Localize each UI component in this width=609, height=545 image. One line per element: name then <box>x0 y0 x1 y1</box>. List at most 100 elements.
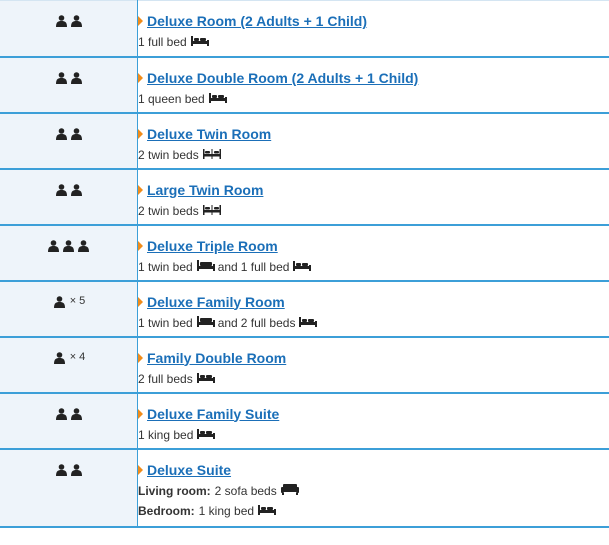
room-name-line: Deluxe Family Suite <box>138 405 609 423</box>
occupancy-cell <box>0 168 138 226</box>
occupancy-multiplier: × 4 <box>69 350 86 363</box>
bed-config: 1 twin bed and 1 full bed <box>138 259 609 275</box>
bed-config: 2 full beds <box>138 371 609 387</box>
occupancy-cell <box>0 224 138 282</box>
person-icon <box>70 14 82 27</box>
bed-text-2: 2 full beds <box>240 315 296 330</box>
person-icon <box>55 127 67 140</box>
room-row: Deluxe Room (2 Adults + 1 Child) 1 full b… <box>0 0 609 58</box>
room-name-link[interactable]: Family Double Room <box>147 350 286 366</box>
room-list-body: Deluxe Room (2 Adults + 1 Child) 1 full b… <box>0 0 609 528</box>
person-icon <box>70 463 82 476</box>
room-info-cell: Deluxe Family Suite 1 king bed <box>137 392 609 450</box>
expand-arrow-icon[interactable] <box>138 128 143 139</box>
room-info-cell: Deluxe Double Room (2 Adults + 1 Child) 1… <box>137 56 609 114</box>
room-name-line: Deluxe Suite <box>138 461 609 479</box>
room-row: × 5 Deluxe Family Room 1 twin bed and 2 full… <box>0 280 609 338</box>
expand-arrow-icon[interactable] <box>138 16 143 26</box>
twin-bed-icon <box>196 315 215 330</box>
room-row: × 4 Family Double Room 2 full beds <box>0 336 609 394</box>
person-icon <box>70 183 82 196</box>
expand-arrow-icon[interactable] <box>138 72 143 83</box>
room-name-line: Family Double Room <box>138 349 609 367</box>
room-info-cell: Deluxe Room (2 Adults + 1 Child) 1 full b… <box>137 0 609 58</box>
person-icon <box>48 239 59 252</box>
room-row: Large Twin Room 2 twin beds <box>0 168 609 226</box>
living-room-beds: Living room: 2 sofa beds <box>138 483 609 499</box>
bed-text: 1 full bed <box>138 35 187 49</box>
room-info-cell: Family Double Room 2 full beds <box>137 336 609 394</box>
person-icon <box>55 463 67 476</box>
bedroom-label: Bedroom: <box>138 503 195 518</box>
person-icon <box>70 71 82 84</box>
sofa-bed-icon <box>280 483 299 498</box>
room-name-line: Deluxe Twin Room <box>138 125 609 143</box>
occupancy-cell <box>0 392 138 450</box>
occupancy-cell <box>0 448 138 528</box>
room-row: Deluxe Triple Room 1 twin bed and 1 full be… <box>0 224 609 282</box>
bed-text: 1 twin bed <box>138 315 193 330</box>
person-icon <box>53 351 65 364</box>
room-info-cell: Deluxe Suite Living room: 2 sofa beds Bedro… <box>137 448 609 528</box>
full-bed-icon <box>299 316 318 330</box>
room-name-line: Deluxe Triple Room <box>138 237 609 255</box>
room-list-table: Deluxe Room (2 Adults + 1 Child) 1 full b… <box>0 0 609 528</box>
room-info-cell: Deluxe Family Room 1 twin bed and 2 full be… <box>137 280 609 338</box>
bed-text-2: 1 full bed <box>240 259 290 274</box>
king-bed-icon <box>258 504 277 518</box>
full-bed-icon <box>293 260 312 274</box>
person-icon <box>70 127 82 140</box>
bed-config: 1 full bed <box>138 34 609 50</box>
living-room-label: Living room: <box>138 483 211 498</box>
full-bed-icon <box>190 35 209 49</box>
room-info-cell: Large Twin Room 2 twin beds <box>137 168 609 226</box>
room-name-link[interactable]: Deluxe Double Room (2 Adults + 1 Child) <box>147 70 418 86</box>
expand-arrow-icon[interactable] <box>138 240 143 251</box>
expand-arrow-icon[interactable] <box>138 408 143 419</box>
bed-text: 2 sofa beds <box>214 483 277 498</box>
bed-conjunction: and <box>217 315 238 330</box>
room-row: Deluxe Double Room (2 Adults + 1 Child) 1… <box>0 56 609 114</box>
bed-config: 1 queen bed <box>138 91 609 107</box>
occupancy-cell <box>0 0 138 58</box>
twin-bed-icon <box>196 259 215 274</box>
room-name-link[interactable]: Deluxe Twin Room <box>147 126 271 142</box>
person-icon <box>55 71 67 84</box>
room-name-link[interactable]: Deluxe Family Room <box>147 294 285 310</box>
room-name-link[interactable]: Deluxe Triple Room <box>147 238 278 254</box>
bed-text: 2 twin beds <box>138 203 199 218</box>
bed-text: 2 full beds <box>138 371 193 386</box>
room-name-link[interactable]: Deluxe Family Suite <box>147 406 279 422</box>
expand-arrow-icon[interactable] <box>138 464 143 475</box>
person-icon <box>70 407 82 420</box>
person-icon <box>78 239 89 252</box>
bed-config: 2 twin beds <box>138 203 609 219</box>
full-bed-icon <box>196 372 215 386</box>
room-info-cell: Deluxe Twin Room 2 twin beds <box>137 112 609 170</box>
expand-arrow-icon[interactable] <box>138 352 143 363</box>
room-name-line: Large Twin Room <box>138 181 609 199</box>
occupancy-multiplier: × 5 <box>69 294 86 307</box>
bed-text: 1 king bed <box>138 427 194 442</box>
bed-config: 1 king bed <box>138 427 609 443</box>
bed-text: 2 twin beds <box>138 147 199 162</box>
person-icon <box>55 183 67 196</box>
twin-beds-icon <box>202 148 221 162</box>
room-name-line: Deluxe Family Room <box>138 293 609 311</box>
king-bed-icon <box>197 428 216 442</box>
room-row: Deluxe Twin Room 2 twin beds <box>0 112 609 170</box>
person-icon <box>55 407 67 420</box>
bedroom-beds: Bedroom: 1 king bed <box>138 503 609 519</box>
room-name-link[interactable]: Deluxe Room (2 Adults + 1 Child) <box>147 13 367 29</box>
bed-text: 1 queen bed <box>138 91 205 106</box>
person-icon <box>63 239 74 252</box>
room-row: Deluxe Suite Living room: 2 sofa beds Bedro… <box>0 448 609 528</box>
person-icon <box>55 14 67 27</box>
occupancy-cell <box>0 56 138 114</box>
expand-arrow-icon[interactable] <box>138 296 143 307</box>
queen-bed-icon <box>208 92 227 106</box>
expand-arrow-icon[interactable] <box>138 184 143 195</box>
room-name-link[interactable]: Deluxe Suite <box>147 462 231 478</box>
room-name-link[interactable]: Large Twin Room <box>147 182 263 198</box>
twin-beds-icon <box>202 204 221 218</box>
